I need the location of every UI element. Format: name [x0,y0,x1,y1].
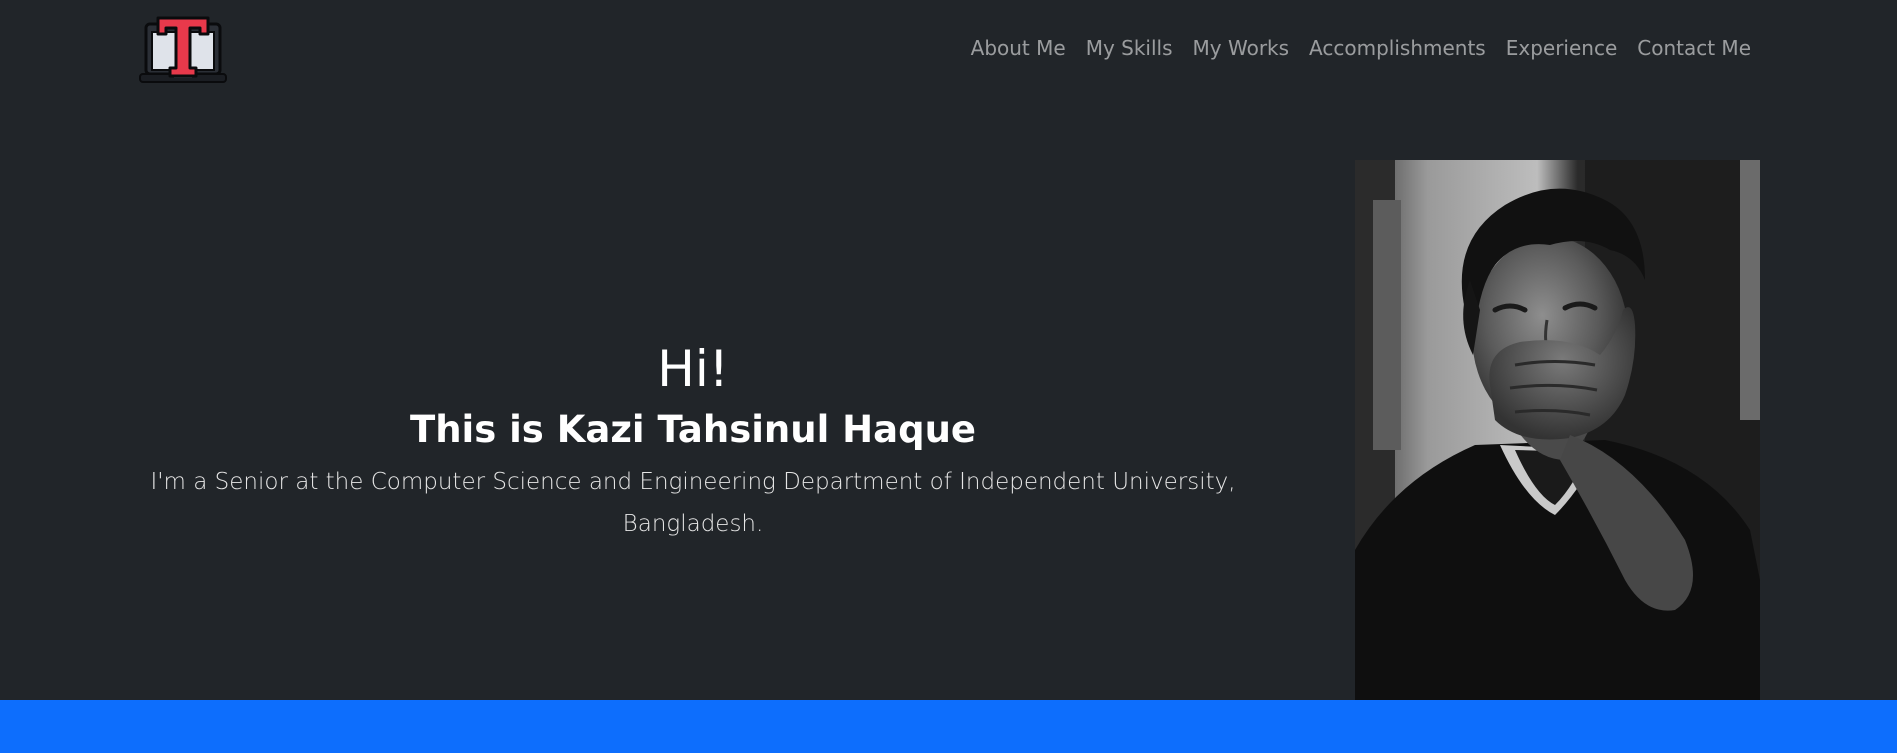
hero-greeting: Hi! [657,340,729,398]
page: T About Me My Skills My Works Accomplish… [0,0,1897,753]
nav-link-experience[interactable]: Experience [1506,36,1618,60]
hero-section: Hi! This is Kazi Tahsinul Haque I'm a Se… [138,335,1248,545]
laptop-logo-icon [139,16,227,83]
nav-link-my-skills[interactable]: My Skills [1086,36,1173,60]
nav-link-my-works[interactable]: My Works [1193,36,1290,60]
profile-photo [1355,160,1760,700]
nav-link-contact-me[interactable]: Contact Me [1637,36,1751,60]
site-logo[interactable]: T [138,14,228,86]
portrait-image [1355,160,1760,700]
section-divider-bar [0,700,1897,753]
nav-links: About Me My Skills My Works Accomplishme… [971,36,1751,60]
hero-name: This is Kazi Tahsinul Haque [409,408,977,451]
nav-link-accomplishments[interactable]: Accomplishments [1309,36,1486,60]
nav-link-about-me[interactable]: About Me [971,36,1066,60]
hero-description: I'm a Senior at the Computer Science and… [150,469,1236,537]
navbar: T About Me My Skills My Works Accomplish… [0,0,1897,100]
